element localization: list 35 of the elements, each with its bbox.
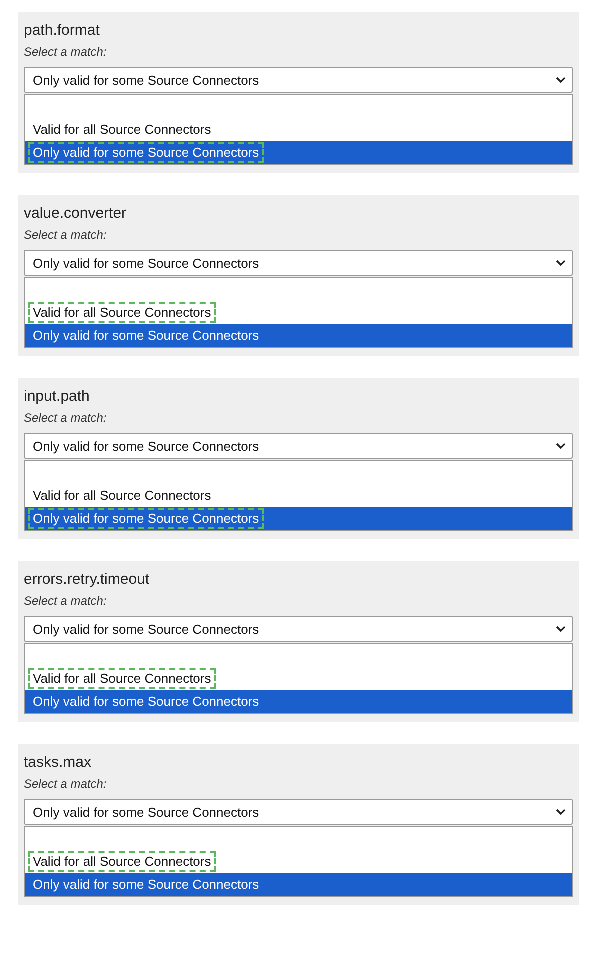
select-prompt: Select a match:	[24, 411, 108, 425]
dropdown-option[interactable]: Valid for all Source Connectors	[25, 118, 572, 141]
answer-highlight: Valid for all Source Connectors	[30, 670, 214, 687]
answer-highlight: Only valid for some Source Connectors	[30, 510, 262, 527]
question-title: value.converter	[24, 205, 128, 222]
chevron-down-icon	[556, 626, 566, 632]
answer-highlight: Valid for all Source Connectors	[30, 304, 214, 321]
chevron-down-icon	[556, 260, 566, 266]
match-dropdown[interactable]: Only valid for some Source Connectors	[24, 616, 573, 642]
select-prompt: Select a match:	[24, 594, 108, 608]
match-dropdown[interactable]: Only valid for some Source Connectors	[24, 67, 573, 93]
dropdown-option[interactable]: Only valid for some Source Connectors	[25, 507, 572, 530]
dropdown-option[interactable]: Only valid for some Source Connectors	[25, 690, 572, 713]
question-title: tasks.max	[24, 754, 93, 771]
question-title: input.path	[24, 388, 91, 405]
answer-highlight: Valid for all Source Connectors	[30, 853, 214, 870]
dropdown-option[interactable]: Valid for all Source Connectors	[25, 667, 572, 690]
dropdown-option[interactable]: Only valid for some Source Connectors	[25, 873, 572, 896]
chevron-down-icon	[556, 808, 566, 816]
select-prompt: Select a match:	[24, 228, 108, 242]
dropdown-option[interactable]: Valid for all Source Connectors	[25, 484, 572, 507]
dropdown-option[interactable]: Valid for all Source Connectors	[25, 850, 572, 873]
answer-highlight: Only valid for some Source Connectors	[30, 144, 262, 161]
chevron-down-icon	[556, 442, 566, 450]
dropdown-option[interactable]: Valid for all Source Connectors	[25, 301, 572, 324]
chevron-down-icon	[556, 76, 566, 84]
dropdown-option[interactable]: Only valid for some Source Connectors	[25, 141, 572, 164]
dropdown-option[interactable]: Only valid for some Source Connectors	[25, 324, 572, 347]
match-dropdown[interactable]: Only valid for some Source Connectors	[24, 250, 573, 276]
match-dropdown[interactable]: Only valid for some Source Connectors	[24, 433, 573, 459]
question-title: path.format	[24, 22, 101, 39]
match-dropdown[interactable]: Only valid for some Source Connectors	[24, 799, 573, 825]
select-prompt: Select a match:	[24, 45, 108, 59]
select-prompt: Select a match:	[24, 777, 108, 791]
question-title: errors.retry.timeout	[24, 571, 151, 588]
